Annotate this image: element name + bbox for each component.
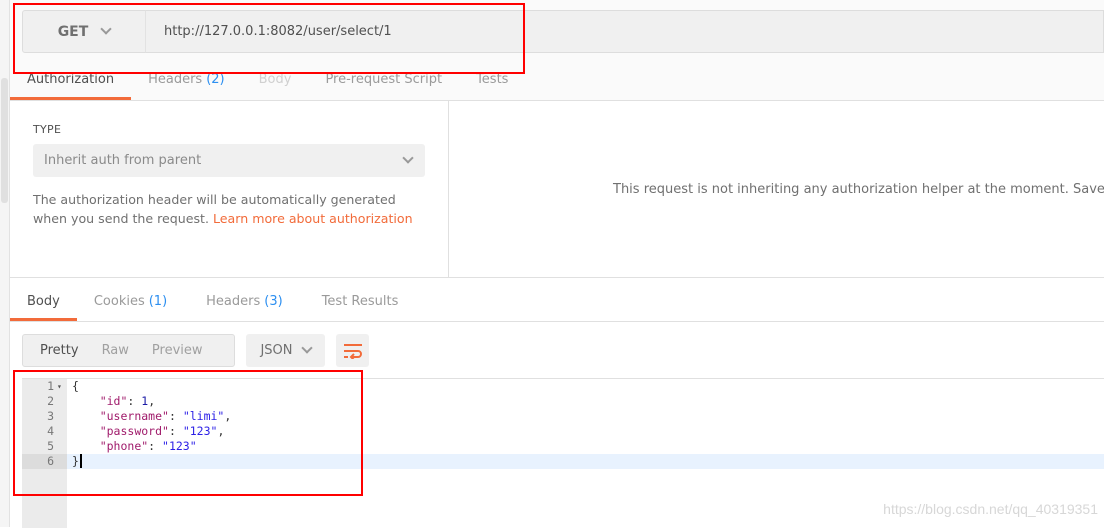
sidebar-scrollbar[interactable]	[1, 78, 8, 203]
response-toolbar: Pretty Raw Preview JSON	[22, 334, 369, 367]
tab-label: Body	[258, 72, 292, 87]
format-select[interactable]: JSON	[246, 334, 325, 367]
wrap-lines-icon	[343, 343, 362, 359]
tab-label: Headers	[148, 72, 203, 87]
tab-label: Cookies	[93, 294, 145, 309]
annotation-box-request	[13, 3, 525, 74]
learn-more-link[interactable]: Learn more about authorization	[213, 211, 413, 226]
tab-label: Authorization	[27, 72, 115, 87]
tab-label: Tests	[476, 72, 509, 87]
tab-label: Headers	[206, 294, 261, 309]
view-mode-group: Pretty Raw Preview	[22, 334, 235, 367]
tab-response-body[interactable]: Body	[10, 285, 77, 321]
tab-count: (2)	[206, 72, 225, 87]
watermark: https://blog.csdn.net/qq_40319351	[883, 501, 1098, 517]
chevron-down-icon	[402, 152, 414, 164]
preview-button[interactable]: Preview	[152, 343, 203, 358]
auth-panel: TYPE Inherit auth from parent The author…	[10, 101, 449, 277]
pretty-button[interactable]: Pretty	[40, 343, 79, 358]
raw-button[interactable]: Raw	[102, 343, 129, 358]
tab-count: (1)	[148, 294, 168, 309]
tab-cookies[interactable]: Cookies (1)	[77, 285, 184, 321]
tab-label: Pre-request Script	[325, 72, 443, 87]
auth-type-value: Inherit auth from parent	[44, 153, 202, 168]
tab-label: Body	[27, 294, 60, 309]
divider	[10, 277, 1104, 278]
annotation-box-response	[13, 370, 363, 496]
auth-message: This request is not inheriting any autho…	[613, 181, 1104, 197]
auth-type-label: TYPE	[33, 123, 62, 136]
tab-label: Test Results	[321, 294, 399, 309]
tab-test-results[interactable]: Test Results	[300, 285, 416, 321]
auth-description: The authorization header will be automat…	[33, 190, 425, 228]
chevron-down-icon	[300, 342, 313, 354]
response-tabs: Body Cookies (1) Headers (3) Test Results	[10, 285, 1104, 322]
auth-type-select[interactable]: Inherit auth from parent	[33, 144, 425, 177]
tab-count: (3)	[264, 294, 283, 309]
tab-response-headers[interactable]: Headers (3)	[184, 285, 300, 321]
format-value: JSON	[260, 343, 293, 358]
wrap-lines-button[interactable]	[336, 334, 369, 367]
